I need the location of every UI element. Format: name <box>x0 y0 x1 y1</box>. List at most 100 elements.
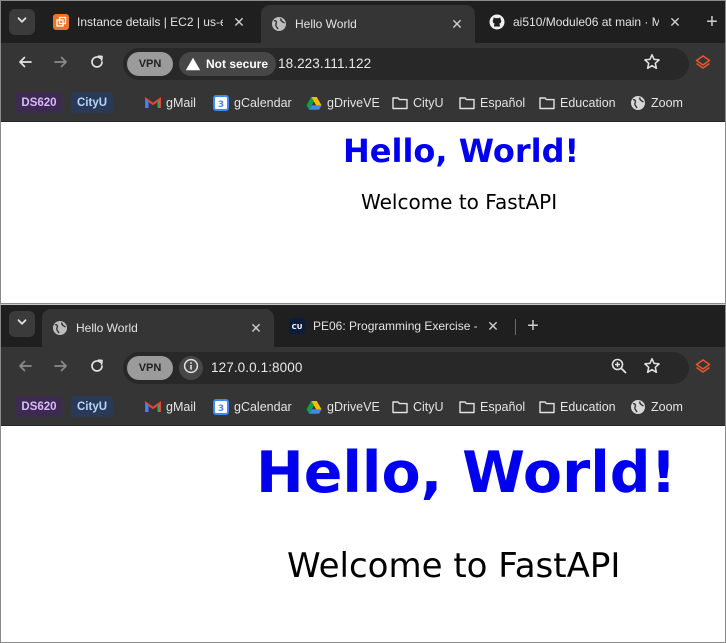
tab-title: PE06: Programming Exercise - A <box>313 319 477 333</box>
zoom-in-icon <box>610 357 628 380</box>
calendar-icon: 3 <box>213 95 229 111</box>
bookmark-label: gCalendar <box>234 400 292 414</box>
bookmark-star-button[interactable] <box>641 53 663 75</box>
bookmark-label: gMail <box>166 400 196 414</box>
site-security-chip[interactable]: Not secure <box>179 52 277 76</box>
bookmark-zoom[interactable]: Zoom <box>630 396 683 418</box>
security-label: Not secure <box>206 57 269 71</box>
folder-icon <box>539 399 555 415</box>
bookmark-folder-education[interactable]: Education <box>539 396 616 418</box>
tab-github-repo[interactable]: ai510/Module06 at main · M ✕ <box>479 5 693 39</box>
bookmarks-bar: DS620 CityU gMail 3 gCalendar gDriveVE C… <box>1 389 725 426</box>
back-button[interactable] <box>13 356 37 380</box>
url-text[interactable]: 18.223.111.122 <box>278 56 371 71</box>
tab-hello-world[interactable]: Hello World ✕ <box>261 5 475 43</box>
globe-icon <box>52 320 68 336</box>
gmail-icon <box>145 399 161 415</box>
info-icon <box>183 358 199 379</box>
vpn-button[interactable]: VPN <box>127 356 173 380</box>
address-bar[interactable]: VPN Not secure 18.223.111.122 <box>123 48 689 80</box>
gmail-icon <box>145 95 161 111</box>
reload-button[interactable] <box>85 356 109 380</box>
globe-icon <box>271 16 287 32</box>
tab-ec2-instance[interactable]: Instance details | EC2 | us-ea ✕ <box>43 5 257 39</box>
bookmark-ds620[interactable]: DS620 <box>16 92 62 113</box>
bookmark-gdrive[interactable]: gDriveVE <box>306 92 380 114</box>
toolbar: VPN Not secure 18.223.111.122 <box>1 43 725 85</box>
aws-ec2-favicon <box>53 14 69 30</box>
bookmark-label: CityU <box>413 96 444 110</box>
address-bar[interactable]: VPN 127.0.0.1:8000 <box>123 352 689 384</box>
bookmark-gcalendar[interactable]: 3 gCalendar <box>213 92 292 114</box>
bookmark-gcalendar[interactable]: 3 gCalendar <box>213 396 292 418</box>
layers-extension-icon <box>694 53 712 76</box>
bookmark-label: Education <box>560 96 616 110</box>
forward-button[interactable] <box>49 52 73 76</box>
page-content: Hello, World! Welcome to FastAPI <box>1 426 725 642</box>
google-drive-icon <box>306 399 322 415</box>
forward-button[interactable] <box>49 356 73 380</box>
tab-search-button[interactable] <box>9 9 35 35</box>
page-paragraph: Welcome to FastAPI <box>361 190 558 214</box>
bookmark-folder-espanol[interactable]: Español <box>459 396 525 418</box>
back-arrow-icon <box>17 54 33 75</box>
bookmark-gmail[interactable]: gMail <box>145 92 196 114</box>
new-tab-button[interactable]: + <box>522 315 544 337</box>
browser-window-1: Instance details | EC2 | us-ea ✕ Hello W… <box>0 0 726 304</box>
star-icon <box>643 357 661 380</box>
bookmark-folder-cityu[interactable]: CityU <box>392 396 444 418</box>
chevron-down-icon <box>16 315 28 333</box>
site-info-button[interactable] <box>179 356 203 380</box>
bookmark-star-button[interactable] <box>641 357 663 379</box>
page-heading: Hello, World! <box>256 440 677 506</box>
page-heading: Hello, World! <box>343 132 580 170</box>
tab-title: ai510/Module06 at main · M <box>513 15 659 29</box>
forward-arrow-icon <box>53 54 69 75</box>
reload-button[interactable] <box>85 52 109 76</box>
canvas-cu-favicon: CU <box>289 318 305 334</box>
tab-search-button[interactable] <box>9 311 35 337</box>
back-button[interactable] <box>13 52 37 76</box>
calendar-icon: 3 <box>213 399 229 415</box>
zoom-button[interactable] <box>608 357 630 379</box>
bookmark-gdrive[interactable]: gDriveVE <box>306 396 380 418</box>
svg-text:3: 3 <box>218 404 224 414</box>
bookmark-folder-education[interactable]: Education <box>539 92 616 114</box>
close-icon[interactable]: ✕ <box>667 14 683 30</box>
back-arrow-icon <box>17 358 33 379</box>
page-paragraph: Welcome to FastAPI <box>287 546 621 586</box>
new-tab-button[interactable]: + <box>701 11 723 33</box>
bookmark-folder-espanol[interactable]: Español <box>459 92 525 114</box>
extension-button[interactable] <box>691 52 715 76</box>
tab-separator <box>515 319 516 335</box>
forward-arrow-icon <box>53 358 69 379</box>
google-drive-icon <box>306 95 322 111</box>
bookmark-label: Zoom <box>651 96 683 110</box>
svg-text:3: 3 <box>218 100 224 110</box>
tab-strip: Hello World ✕ CU PE06: Programming Exerc… <box>1 305 725 347</box>
url-text[interactable]: 127.0.0.1:8000 <box>211 360 302 375</box>
bookmark-gmail[interactable]: gMail <box>145 396 196 418</box>
star-icon <box>643 53 661 76</box>
bookmark-ds620[interactable]: DS620 <box>16 396 62 417</box>
github-icon <box>489 14 505 30</box>
folder-icon <box>392 399 408 415</box>
bookmark-cityu-badge[interactable]: CityU <box>71 396 113 417</box>
tab-pe06-exercise[interactable]: CU PE06: Programming Exercise - A ✕ <box>279 309 511 343</box>
bookmark-cityu-badge[interactable]: CityU <box>71 92 113 113</box>
tab-title: Hello World <box>76 321 138 335</box>
close-icon[interactable]: ✕ <box>248 320 264 336</box>
vpn-button[interactable]: VPN <box>127 52 173 76</box>
toolbar: VPN 127.0.0.1:8000 <box>1 347 725 389</box>
close-icon[interactable]: ✕ <box>231 14 247 30</box>
tab-hello-world[interactable]: Hello World ✕ <box>42 309 274 347</box>
tab-title: Hello World <box>295 17 357 31</box>
bookmark-folder-cityu[interactable]: CityU <box>392 92 444 114</box>
globe-icon <box>630 95 646 111</box>
bookmark-zoom[interactable]: Zoom <box>630 92 683 114</box>
folder-icon <box>392 95 408 111</box>
globe-icon <box>630 399 646 415</box>
close-icon[interactable]: ✕ <box>485 318 501 334</box>
close-icon[interactable]: ✕ <box>449 16 465 32</box>
extension-button[interactable] <box>691 356 715 380</box>
